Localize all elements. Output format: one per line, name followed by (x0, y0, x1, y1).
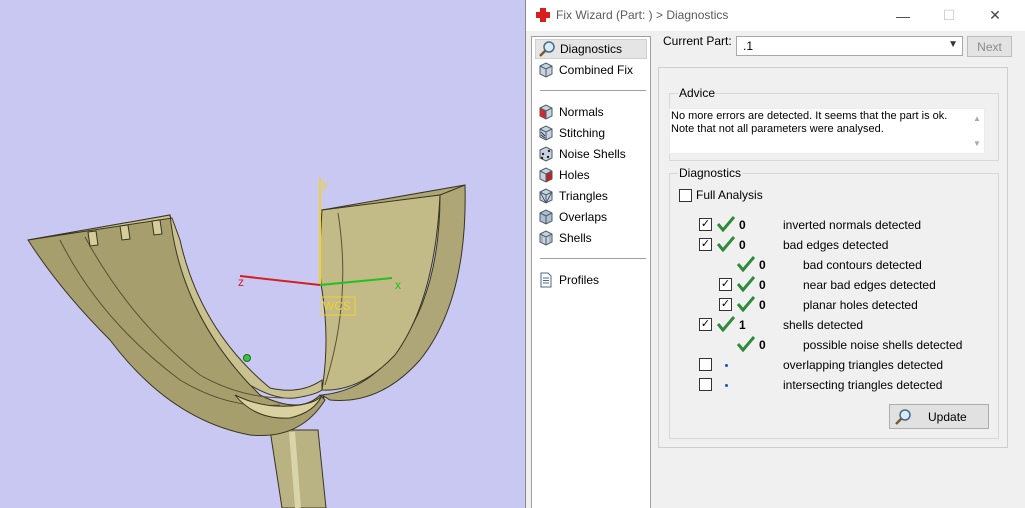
noise-shells-label: possible noise shells detected (803, 338, 963, 352)
scroll-down-icon: ▼ (973, 139, 981, 148)
inverted-normals-checkbox[interactable]: ✓ (699, 218, 712, 231)
pending-dot-icon (725, 364, 728, 367)
overlapping-triangles-label: overlapping triangles detected (783, 358, 944, 372)
overlaps-cube-icon (539, 209, 553, 225)
z-axis-label: z (238, 275, 244, 289)
nav-item-holes[interactable]: Holes (535, 165, 647, 185)
intersecting-triangles-label: intersecting triangles detected (783, 378, 943, 392)
pivot-point-icon (243, 354, 251, 362)
chevron-down-icon: ▼ (948, 39, 958, 50)
nav-item-shells[interactable]: Shells (535, 228, 647, 248)
stitching-cube-icon (539, 125, 553, 141)
nav-item-overlaps[interactable]: Overlaps (535, 207, 647, 227)
bad-edges-checkbox[interactable]: ✓ (699, 238, 712, 251)
nav-item-combined-fix[interactable]: Combined Fix (535, 60, 647, 80)
nav-item-profiles[interactable]: Profiles (535, 270, 647, 290)
update-button[interactable]: Update (889, 404, 989, 429)
nav-item-stitching[interactable]: Stitching (535, 123, 647, 143)
bad-edges-label: bad edges detected (783, 238, 889, 252)
full-analysis-label: Full Analysis (696, 188, 763, 202)
shells-label: shells detected (783, 318, 864, 332)
intersecting-triangles-checkbox[interactable] (699, 378, 712, 391)
current-part-label: Current Part: (663, 34, 732, 48)
cube-icon (539, 62, 553, 78)
advice-text-area[interactable]: No more errors are detected. It seems th… (669, 108, 985, 154)
document-icon (540, 272, 552, 288)
wcs-label: WCS (323, 299, 351, 313)
near-bad-edges-label: near bad edges detected (803, 278, 936, 292)
magnifier-icon (539, 41, 555, 57)
planar-holes-checkbox[interactable]: ✓ (719, 298, 732, 311)
maximize-button[interactable]: ☐ (926, 0, 972, 31)
triangles-cube-icon (539, 188, 553, 204)
shells-cube-icon (539, 230, 553, 246)
holes-cube-icon (539, 167, 553, 183)
3d-viewport[interactable]: y z x WCS (0, 0, 525, 508)
fix-wizard-window: Fix Wizard (Part: ) > Diagnostics — ☐ ✕ … (525, 0, 1025, 508)
nav-item-triangles[interactable]: Triangles (535, 186, 647, 206)
ok-check-icon (737, 276, 755, 292)
shells-checkbox[interactable]: ✓ (699, 318, 712, 331)
diagnostics-panel: Advice No more errors are detected. It s… (658, 67, 1008, 448)
current-part-select[interactable]: .1 ▼ (736, 36, 963, 56)
x-axis-label: x (395, 278, 401, 292)
scroll-up-icon: ▲ (973, 114, 981, 123)
minimize-button[interactable]: — (880, 0, 926, 31)
ok-check-icon (737, 256, 755, 272)
pending-dot-icon (725, 384, 728, 387)
ok-check-icon (737, 336, 755, 352)
next-button[interactable]: Next (967, 36, 1012, 57)
model-render: y z x WCS (27, 177, 466, 508)
current-part-value: .1 (743, 39, 754, 53)
advice-title: Advice (678, 86, 717, 100)
wizard-nav: Diagnostics Combined Fix Normals Stitchi… (531, 36, 651, 508)
planar-holes-label: planar holes detected (803, 298, 918, 312)
ok-check-icon (717, 216, 735, 232)
diagnostics-title: Diagnostics (678, 166, 743, 180)
nav-separator (540, 90, 646, 91)
window-title: Fix Wizard (Part: ) > Diagnostics (556, 8, 729, 22)
nav-item-noise-shells[interactable]: Noise Shells (535, 144, 647, 164)
ok-check-icon (737, 296, 755, 312)
overlapping-triangles-checkbox[interactable] (699, 358, 712, 371)
ok-check-icon (717, 316, 735, 332)
bad-contours-label: bad contours detected (803, 258, 922, 272)
y-axis-label: y (322, 177, 328, 191)
nav-item-diagnostics[interactable]: Diagnostics (535, 39, 647, 59)
title-bar[interactable]: Fix Wizard (Part: ) > Diagnostics — ☐ ✕ (526, 0, 1025, 31)
noise-cube-icon (539, 146, 553, 162)
normals-cube-icon (539, 104, 553, 120)
full-analysis-checkbox[interactable] (679, 189, 692, 202)
nav-separator (540, 258, 646, 259)
near-bad-edges-checkbox[interactable]: ✓ (719, 278, 732, 291)
magnifier-icon (895, 408, 911, 425)
close-button[interactable]: ✕ (972, 0, 1018, 31)
ok-check-icon (717, 236, 735, 252)
red-cross-icon (536, 8, 550, 22)
advice-scrollbar[interactable]: ▲ ▼ (970, 109, 984, 153)
nav-item-normals[interactable]: Normals (535, 102, 647, 122)
inverted-normals-label: inverted normals detected (783, 218, 922, 232)
